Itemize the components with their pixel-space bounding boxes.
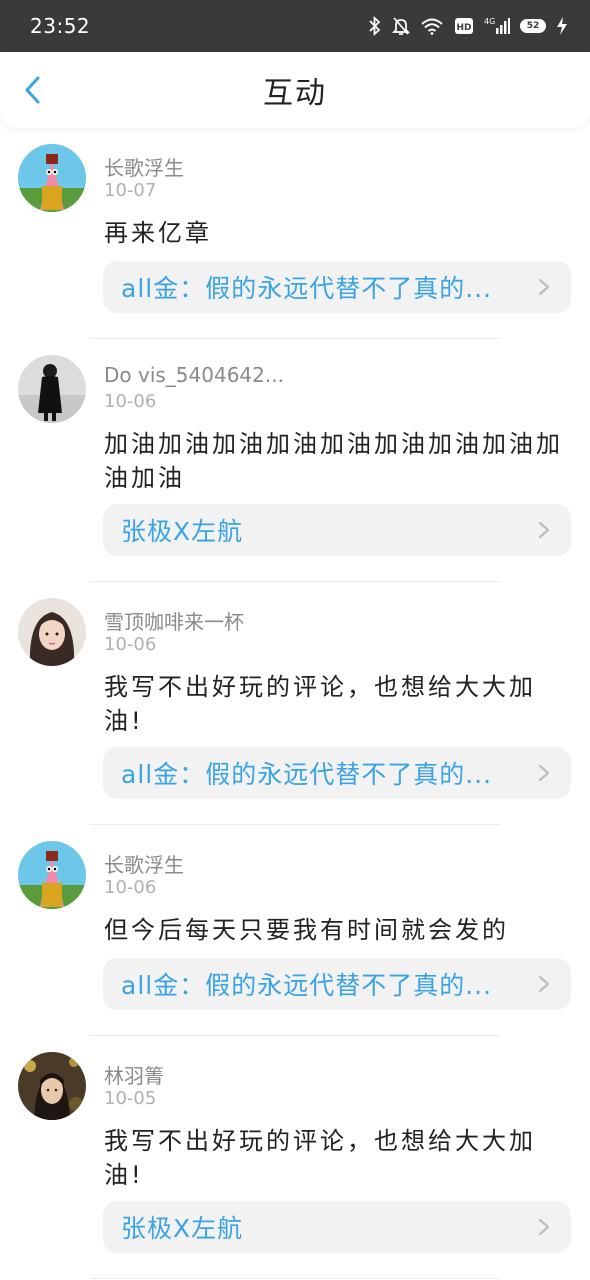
user-name[interactable]: 雪顶咖啡来一杯 xyxy=(104,606,244,635)
chevron-right-icon xyxy=(538,764,550,782)
comment-text: 但今后每天只要我有时间就会发的 xyxy=(104,916,509,944)
chevron-right-icon xyxy=(538,975,550,993)
referenced-work-title: 张极X左航 xyxy=(121,1214,244,1243)
page-title: 互动 xyxy=(263,76,327,111)
avatar[interactable] xyxy=(18,841,86,909)
battery-icon: 52 xyxy=(520,19,546,33)
charging-icon xyxy=(556,16,568,36)
list-item: 长歌浮生 10-07 再来亿章 all金：假的永远代替不了真的... xyxy=(0,128,590,339)
status-icons: HD 4G 52 xyxy=(368,16,568,36)
interaction-feed: 长歌浮生 10-07 再来亿章 all金：假的永远代替不了真的... Do vi… xyxy=(0,128,590,1279)
user-name[interactable]: 长歌浮生 xyxy=(104,849,184,878)
list-item: 雪顶咖啡来一杯 10-06 我写不出好玩的评论，也想给大大加油! all金：假的… xyxy=(0,582,590,825)
avatar[interactable] xyxy=(18,1052,86,1120)
comment-date: 10-06 xyxy=(104,634,157,655)
referenced-work-title: all金：假的永远代替不了真的... xyxy=(121,760,493,789)
referenced-work[interactable]: 张极X左航 xyxy=(103,504,571,556)
comment-date: 10-07 xyxy=(104,180,157,201)
header: 互动 xyxy=(0,52,590,128)
status-bar: 23:52 HD 4G 52 xyxy=(0,0,590,52)
signal-4g-icon: 4G xyxy=(484,16,510,36)
avatar[interactable] xyxy=(18,598,86,666)
chevron-right-icon xyxy=(538,278,550,296)
comment-text: 加油加油加油加油加油加油加油加油加油加油 xyxy=(104,430,563,492)
back-button[interactable] xyxy=(16,74,48,106)
chevron-right-icon xyxy=(538,521,550,539)
comment-date: 10-05 xyxy=(104,1088,157,1109)
comment-date: 10-06 xyxy=(104,391,157,412)
chevron-left-icon xyxy=(25,76,40,104)
referenced-work-title: all金：假的永远代替不了真的... xyxy=(121,274,493,303)
status-time: 23:52 xyxy=(30,14,91,38)
referenced-work-title: 张极X左航 xyxy=(121,517,244,546)
referenced-work[interactable]: 张极X左航 xyxy=(103,1201,571,1253)
chevron-right-icon xyxy=(538,1218,550,1236)
referenced-work-title: all金：假的永远代替不了真的... xyxy=(121,971,493,1000)
list-item: Do vis_5404642... 10-06 加油加油加油加油加油加油加油加油… xyxy=(0,339,590,582)
list-item: 林羽箐 10-05 我写不出好玩的评论，也想给大大加油! 张极X左航 xyxy=(0,1036,590,1279)
comment-date: 10-06 xyxy=(104,877,157,898)
avatar[interactable] xyxy=(18,144,86,212)
bluetooth-icon xyxy=(368,16,382,36)
referenced-work[interactable]: all金：假的永远代替不了真的... xyxy=(103,261,571,313)
user-name[interactable]: 林羽箐 xyxy=(104,1060,164,1089)
svg-text:4G: 4G xyxy=(484,17,495,26)
comment-text: 再来亿章 xyxy=(104,219,212,247)
referenced-work[interactable]: all金：假的永远代替不了真的... xyxy=(103,747,571,799)
divider xyxy=(90,1278,500,1279)
avatar[interactable] xyxy=(18,355,86,423)
user-name[interactable]: 长歌浮生 xyxy=(104,152,184,181)
wifi-icon xyxy=(420,17,444,35)
referenced-work[interactable]: all金：假的永远代替不了真的... xyxy=(103,958,571,1010)
user-name[interactable]: Do vis_5404642... xyxy=(104,363,284,387)
bell-muted-icon xyxy=(392,16,410,36)
hd-icon: HD xyxy=(454,17,474,35)
comment-text: 我写不出好玩的评论，也想给大大加油! xyxy=(104,1127,536,1189)
svg-text:HD: HD xyxy=(456,23,471,33)
comment-text: 我写不出好玩的评论，也想给大大加油! xyxy=(104,673,536,735)
list-item: 长歌浮生 10-06 但今后每天只要我有时间就会发的 all金：假的永远代替不了… xyxy=(0,825,590,1036)
